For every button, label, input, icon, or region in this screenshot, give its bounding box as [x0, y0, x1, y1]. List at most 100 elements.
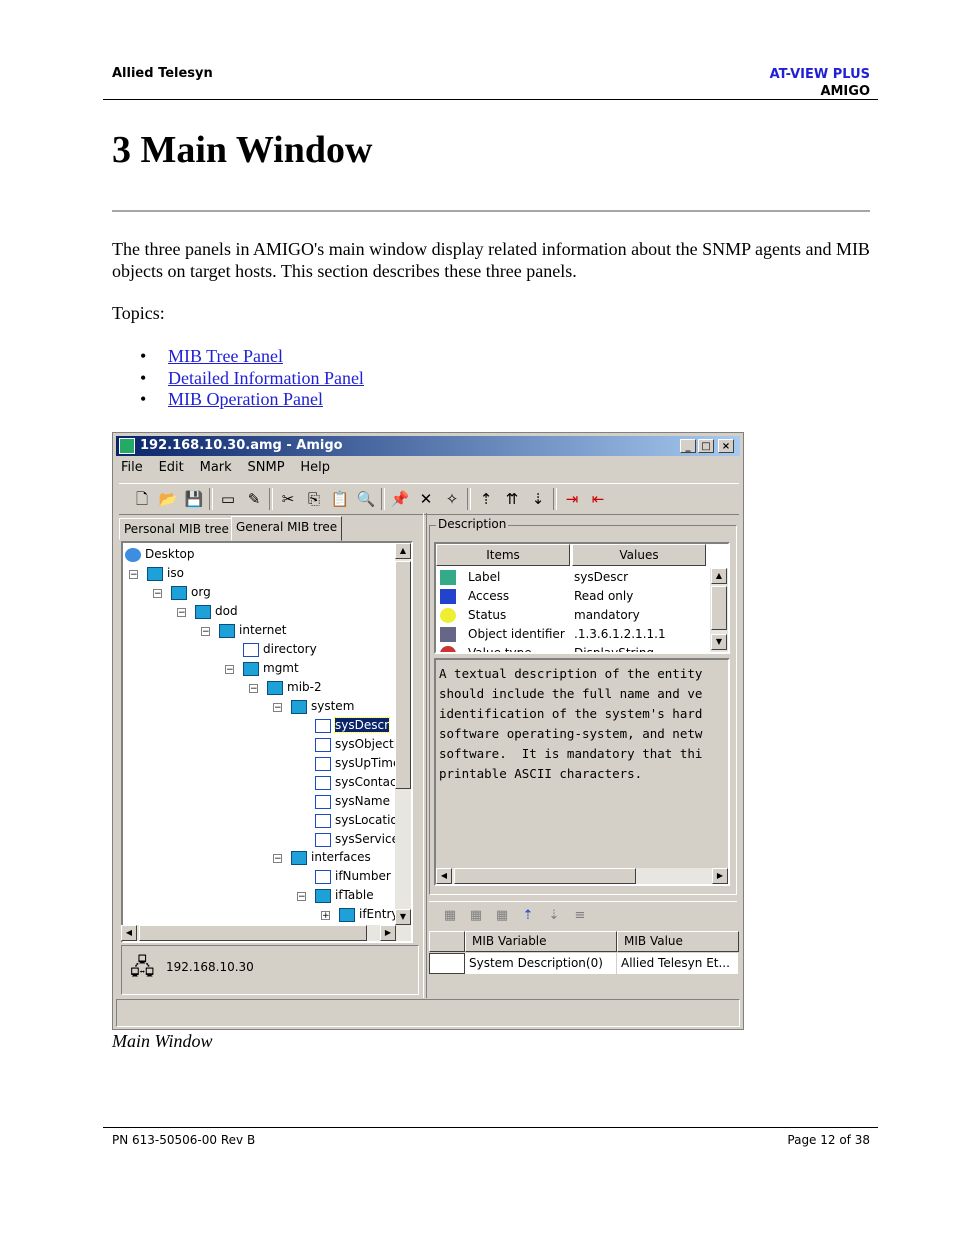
copy-icon[interactable]: ⎘	[303, 488, 325, 510]
find-icon[interactable]: 🔍	[355, 488, 377, 510]
op-copy-icon[interactable]: ▦	[439, 906, 461, 926]
new-file-icon[interactable]: 🗋	[131, 488, 153, 510]
tree-node[interactable]: ifEntry	[339, 905, 399, 923]
main-toolbar: 🗋 📂 💾 ▭ ✎ ✂ ⎘ 📋 🔍 📌 ✕ ✧ ⇡ ⇈ ⇣ ⇥ ⇤	[119, 483, 739, 515]
tree-node[interactable]: sysName	[315, 792, 390, 810]
scroll-left-icon[interactable]: ◀	[436, 868, 452, 884]
topic-link-detailed-information-panel[interactable]: Detailed Information Panel	[168, 368, 364, 388]
tree-node[interactable]: sysService	[315, 830, 399, 848]
expand-icon[interactable]: +	[321, 911, 330, 921]
menu-snmp[interactable]: SNMP	[248, 460, 285, 475]
menu-help[interactable]: Help	[300, 460, 330, 475]
open-folder-icon[interactable]: 📂	[157, 488, 179, 510]
snmp-getnext-icon[interactable]: ⇈	[501, 488, 523, 510]
topic-link-mib-operation-panel[interactable]: MIB Operation Panel	[168, 389, 323, 409]
tree-node[interactable]: system	[291, 697, 354, 715]
op-cell-variable[interactable]: System Description(0)	[465, 953, 617, 974]
op-set-icon[interactable]: ⇣	[543, 906, 565, 926]
snmp-set-icon[interactable]: ⇥	[561, 488, 583, 510]
grid-header-values[interactable]: Values	[572, 544, 706, 566]
close-icon[interactable]: ×	[718, 439, 734, 453]
tab-personal-mib-tree[interactable]: Personal MIB tree	[119, 518, 234, 540]
clear-marks-icon[interactable]: ✧	[441, 488, 463, 510]
scroll-thumb[interactable]	[139, 925, 367, 941]
scroll-up-icon[interactable]: ▲	[395, 543, 411, 559]
properties-icon[interactable]: ✎	[243, 488, 265, 510]
grid-row[interactable]: Object identifier .1.3.6.1.2.1.1.1	[436, 625, 714, 644]
collapse-icon[interactable]: −	[153, 589, 162, 599]
collapse-icon[interactable]: −	[225, 665, 234, 675]
op-edit-icon[interactable]: ▦	[491, 906, 513, 926]
grid-header-items[interactable]: Items	[436, 544, 570, 566]
description-text-area[interactable]: A textual description of the entity shou…	[434, 658, 730, 886]
tree-node[interactable]: mib-2	[267, 678, 322, 696]
grid-vertical-scrollbar[interactable]: ▲ ▼	[710, 568, 728, 652]
scroll-left-icon[interactable]: ◀	[121, 925, 137, 941]
scroll-up-icon[interactable]: ▲	[711, 568, 727, 584]
op-paste-icon[interactable]: ▦	[465, 906, 487, 926]
collapse-icon[interactable]: −	[201, 627, 210, 637]
scroll-down-icon[interactable]: ▼	[711, 634, 727, 650]
mark-pin-icon[interactable]: 📌	[389, 488, 411, 510]
menu-file[interactable]: File	[121, 460, 143, 475]
description-horizontal-scrollbar[interactable]: ◀ ▶	[436, 868, 728, 884]
collapse-icon[interactable]: −	[177, 608, 186, 618]
save-icon[interactable]: 💾	[183, 488, 205, 510]
tree-node-label: mib-2	[287, 680, 322, 694]
paste-icon[interactable]: 📋	[329, 488, 351, 510]
tree-node[interactable]: sysLocatio	[315, 811, 398, 829]
op-clear-icon[interactable]: ≡	[569, 906, 591, 926]
unmark-pin-icon[interactable]: ✕	[415, 488, 437, 510]
op-header-value[interactable]: MIB Value	[617, 931, 739, 952]
op-row-checkbox[interactable]	[429, 953, 465, 974]
object-identifier-icon	[440, 627, 456, 642]
tree-node[interactable]: interfaces	[291, 848, 371, 866]
menu-edit[interactable]: Edit	[159, 460, 184, 475]
tree-node[interactable]: ifNumber	[315, 867, 391, 885]
topic-link-mib-tree-panel[interactable]: MIB Tree Panel	[168, 346, 283, 366]
op-get-icon[interactable]: ⇡	[517, 906, 539, 926]
tree-node[interactable]: sysUpTime	[315, 754, 400, 772]
scroll-thumb[interactable]	[711, 586, 727, 630]
tree-node[interactable]: directory	[243, 640, 317, 658]
collapse-icon[interactable]: −	[273, 854, 282, 864]
tree-node[interactable]: sysObjectII	[315, 735, 401, 753]
op-cell-value[interactable]: Allied Telesyn Et...	[617, 953, 739, 974]
grid-row[interactable]: Label sysDescr	[436, 568, 714, 587]
tree-node[interactable]: sysContact	[315, 773, 401, 791]
tree-node[interactable]: mgmt	[243, 659, 299, 677]
tree-node[interactable]: Desktop	[125, 545, 195, 563]
scroll-thumb[interactable]	[454, 868, 636, 884]
snmp-walk-icon[interactable]: ⇣	[527, 488, 549, 510]
tree-node-label: sysUpTime	[335, 756, 401, 770]
snmp-trap-icon[interactable]: ⇤	[587, 488, 609, 510]
op-header-variable[interactable]: MIB Variable	[465, 931, 617, 952]
grid-row[interactable]: Status mandatory	[436, 606, 714, 625]
cut-icon[interactable]: ✂	[277, 488, 299, 510]
panel-splitter[interactable]	[423, 513, 427, 998]
scroll-right-icon[interactable]: ▶	[380, 925, 396, 941]
collapse-icon[interactable]: −	[129, 570, 138, 580]
tree-vertical-scrollbar[interactable]: ▲ ▼	[395, 543, 411, 941]
collapse-icon[interactable]: −	[297, 892, 306, 902]
tree-node[interactable]: ifTable	[315, 886, 374, 904]
collapse-icon[interactable]: −	[249, 684, 258, 694]
grid-row[interactable]: Access Read only	[436, 587, 714, 606]
tree-node[interactable]: org	[171, 583, 211, 601]
scroll-thumb[interactable]	[395, 561, 411, 789]
maximize-icon[interactable]: □	[698, 439, 714, 453]
collapse-icon[interactable]: −	[273, 703, 282, 713]
grid-row[interactable]: Value type DisplayString	[436, 644, 714, 652]
scroll-down-icon[interactable]: ▼	[395, 909, 411, 925]
tree-node[interactable]: iso	[147, 564, 184, 582]
snmp-get-icon[interactable]: ⇡	[475, 488, 497, 510]
connect-host-icon[interactable]: ▭	[217, 488, 239, 510]
tree-node[interactable]: dod	[195, 602, 238, 620]
minimize-icon[interactable]: _	[680, 439, 696, 453]
tree-node-selected[interactable]: sysDescr	[315, 716, 391, 734]
tree-node[interactable]: internet	[219, 621, 286, 639]
menu-mark[interactable]: Mark	[200, 460, 232, 475]
tree-horizontal-scrollbar[interactable]: ◀ ▶	[121, 925, 396, 941]
scroll-right-icon[interactable]: ▶	[712, 868, 728, 884]
tab-general-mib-tree[interactable]: General MIB tree	[231, 516, 343, 541]
